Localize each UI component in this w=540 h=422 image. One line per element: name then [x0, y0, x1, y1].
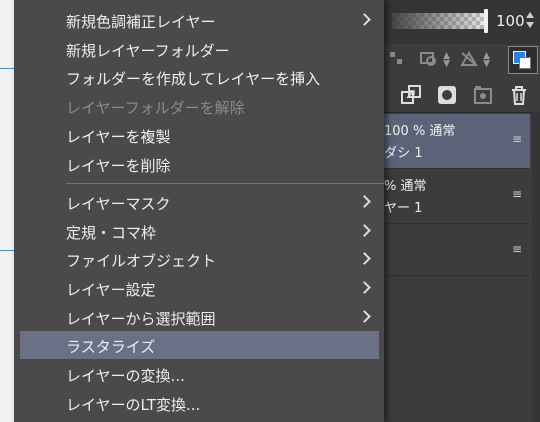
chevron-right-icon — [358, 195, 371, 208]
ref-mode-button[interactable]: ▲ ▼ — [416, 46, 452, 74]
trash-icon[interactable] — [508, 84, 530, 106]
chevron-right-icon — [358, 310, 371, 323]
reference-icon — [420, 52, 436, 66]
chevron-up-icon[interactable] — [526, 12, 534, 18]
ruler-guide — [0, 68, 14, 69]
menu-item-duplicate-layer[interactable]: レイヤーを複製 — [20, 121, 379, 149]
menu-item-release-folder[interactable]: レイヤーフォルダーを解除 — [20, 92, 379, 120]
menu-item-label: ラスタライズ — [66, 338, 156, 356]
layer-scrollbar[interactable] — [532, 112, 540, 422]
menu-item-layer-settings[interactable]: レイヤー設定 — [20, 274, 379, 302]
drag-handle-icon[interactable]: ≡ — [512, 132, 522, 146]
menu-item-create-folder-insert[interactable]: フォルダーを作成してレイヤーを挿入 — [20, 63, 379, 91]
layer-row[interactable]: ≡ — [384, 224, 530, 278]
menu-item-label: フォルダーを作成してレイヤーを挿入 — [66, 70, 321, 88]
menu-item-convert-layer[interactable]: レイヤーの変換... — [20, 360, 379, 388]
menu-item-layer-mask[interactable]: レイヤーマスク — [20, 188, 379, 216]
opacity-slider-knob[interactable] — [484, 9, 488, 33]
menu-item-selection-from-layer[interactable]: レイヤーから選択範囲 — [20, 303, 379, 331]
menu-item-label: 新規色調補正レイヤー — [66, 13, 216, 31]
ruler-guide — [0, 250, 14, 251]
chevron-down-icon[interactable] — [526, 22, 534, 28]
opacity-value[interactable]: 100 — [496, 12, 525, 30]
menu-item-lt-conversion[interactable]: レイヤーのLT変換... — [20, 389, 379, 417]
menu-item-label: レイヤーを複製 — [66, 128, 171, 146]
menu-item-new-correction-layer[interactable]: 新規色調補正レイヤー — [20, 6, 379, 34]
new-layer-icon[interactable] — [472, 84, 494, 106]
drag-handle-icon[interactable]: ≡ — [512, 187, 522, 201]
layer-tools-row — [384, 76, 540, 113]
draft-icon — [460, 51, 478, 66]
sub-color-swatch — [519, 57, 531, 69]
menu-item-label: レイヤーから選択範囲 — [66, 310, 216, 328]
layer-mode-row: ▲ ▼ ▲ ▼ — [384, 44, 540, 76]
menu-item-delete-layer[interactable]: レイヤーを削除 — [20, 150, 379, 178]
layer-row[interactable]: % 通常 ヤー 1 ≡ — [384, 169, 530, 223]
layer-opacity-mode: % 通常 — [384, 179, 427, 194]
mask-icon[interactable] — [436, 84, 458, 106]
transfer-icon[interactable] — [400, 84, 422, 106]
chevron-right-icon — [358, 281, 371, 294]
opacity-row: 100 — [384, 0, 540, 44]
layer-name: ダシ 1 — [384, 146, 423, 161]
layer-color-button[interactable] — [508, 46, 538, 74]
menu-item-label: 新規レイヤーフォルダー — [66, 42, 230, 60]
chevron-right-icon — [358, 252, 371, 265]
canvas-edge — [0, 0, 14, 422]
reference-layer-button[interactable] — [384, 46, 420, 74]
drag-handle-icon[interactable]: ≡ — [512, 242, 522, 256]
menu-item-ruler-frame[interactable]: 定規・コマ枠 — [20, 217, 379, 245]
divider — [384, 275, 530, 276]
menu-item-rasterize[interactable]: ラスタライズ — [20, 331, 379, 359]
draft-mode-button[interactable]: ▲ ▼ — [456, 46, 492, 74]
chevron-right-icon — [358, 13, 371, 26]
menu-separator — [66, 183, 384, 184]
menu-item-label: レイヤー設定 — [66, 281, 156, 299]
layer-context-menu: 新規色調補正レイヤー 新規レイヤーフォルダー フォルダーを作成してレイヤーを挿入… — [14, 0, 384, 422]
menu-item-label: レイヤーマスク — [66, 195, 171, 213]
chevron-right-icon — [358, 224, 371, 237]
checker-icon — [390, 52, 402, 64]
menu-item-label: 定規・コマ枠 — [66, 224, 157, 242]
layer-opacity-mode: 100 % 通常 — [384, 124, 456, 139]
menu-item-file-object[interactable]: ファイルオブジェクト — [20, 245, 379, 273]
menu-item-label: レイヤーを削除 — [66, 157, 171, 175]
layer-panel: 100 ▲ ▼ ▲ ▼ 100 % 通常 ダシ 1 ≡ % 通常 ヤー 1 ≡ … — [384, 0, 540, 422]
chevron-updown-icon: ▲ ▼ — [443, 51, 450, 69]
menu-item-label: レイヤーのLT変換... — [66, 396, 201, 414]
menu-item-label: ファイルオブジェクト — [66, 252, 217, 270]
chevron-updown-icon: ▲ ▼ — [483, 51, 490, 69]
opacity-stepper[interactable] — [524, 10, 536, 32]
layer-row[interactable]: 100 % 通常 ダシ 1 ≡ — [384, 114, 530, 168]
layer-name: ヤー 1 — [384, 201, 423, 216]
menu-item-new-layer-folder[interactable]: 新規レイヤーフォルダー — [20, 35, 379, 63]
menu-item-label: レイヤーフォルダーを解除 — [66, 99, 245, 117]
opacity-slider[interactable] — [392, 13, 486, 29]
menu-item-label: レイヤーの変換... — [66, 367, 185, 385]
